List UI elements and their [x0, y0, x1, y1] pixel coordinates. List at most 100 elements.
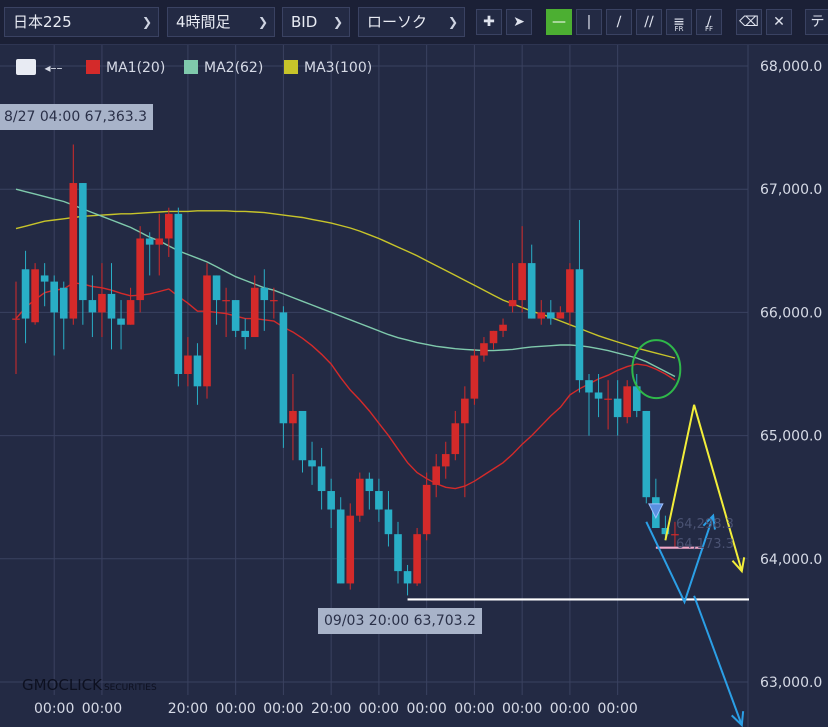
ff-label: FF	[704, 25, 714, 33]
low-price-callout: 09/03 20:00 63,703.2	[318, 608, 482, 634]
chevron-down-icon: ❯	[447, 15, 458, 29]
vertical-line-tool-button[interactable]: |	[576, 9, 602, 35]
pointer-tool-button[interactable]: ➤	[506, 9, 532, 35]
fibonacci-retracement-tool-button[interactable]: ≡ FR	[666, 9, 692, 35]
candle-body	[174, 213, 183, 374]
candle-body	[59, 287, 68, 319]
time-tick-label: 00:00	[359, 701, 399, 717]
candle-body	[98, 293, 106, 313]
candle	[174, 207, 183, 387]
time-tick-label: 00:00	[215, 701, 255, 717]
price-tick-label: 67,000.0	[760, 182, 822, 198]
candle	[203, 263, 211, 399]
candle-body	[107, 293, 116, 319]
candle-body	[203, 275, 211, 387]
candle-body	[489, 330, 498, 344]
price-side-label: BID	[291, 13, 318, 31]
candle-body	[155, 238, 164, 245]
candle-body	[126, 300, 135, 325]
candle-body	[470, 355, 479, 399]
candle-body	[384, 509, 393, 535]
horizontal-line-tool-button[interactable]: —	[546, 9, 572, 35]
candle-body	[21, 269, 30, 319]
candle	[136, 226, 144, 313]
candle-body	[566, 269, 574, 313]
price-tick-label: 65,000.0	[760, 429, 822, 445]
candle-body	[117, 318, 125, 325]
candle-body	[671, 534, 679, 536]
legend-ma3[interactable]: MA3(100)	[284, 58, 372, 78]
fibonacci-fan-tool-button[interactable]: ∕ FF	[696, 9, 722, 35]
timeframe-label: 4時間足	[176, 13, 231, 31]
chevron-down-icon: ❯	[332, 15, 343, 29]
candle	[356, 472, 364, 522]
candle-body	[31, 269, 39, 323]
candle-body	[69, 183, 78, 319]
parallel-lines-icon: ∕∕	[644, 14, 654, 30]
time-tick-label: 20:00	[311, 701, 351, 717]
candle-body	[375, 491, 383, 510]
crosshair-tool-button[interactable]: ✚	[476, 9, 502, 35]
candle-body	[441, 454, 450, 467]
candle-body	[40, 275, 49, 282]
price-tick-label: 66,000.0	[760, 305, 822, 321]
candle-body	[336, 509, 345, 584]
legend-ma1[interactable]: MA1(20)	[86, 58, 165, 78]
candle-body	[461, 398, 469, 424]
candle-body	[279, 312, 288, 424]
instrument-select[interactable]: 日本225 ❯	[4, 7, 159, 37]
candle-body	[298, 410, 307, 461]
chart-style-select[interactable]: ローソク ❯	[358, 7, 465, 37]
candle-body	[250, 287, 259, 338]
ma3-label: MA3(100)	[304, 60, 373, 76]
candle	[413, 528, 421, 586]
time-tick-label: 00:00	[82, 701, 122, 717]
candle-body	[50, 281, 58, 313]
candle-body	[88, 300, 97, 313]
candle-body	[518, 263, 526, 301]
candle-body	[136, 238, 144, 301]
ma1-label: MA1(20)	[106, 60, 166, 76]
eraser-tool-button[interactable]: ⌫	[736, 9, 762, 35]
more-menu-button[interactable]: テ	[805, 9, 828, 35]
candle-body	[480, 343, 488, 356]
time-tick-label: 20:00	[168, 701, 208, 717]
candle-body	[547, 312, 555, 319]
clear-all-tool-button[interactable]: ✕	[766, 9, 792, 35]
candle-body	[527, 263, 536, 319]
parallel-lines-tool-button[interactable]: ∕∕	[636, 9, 662, 35]
chart-menu-button[interactable]: ◂––	[16, 58, 62, 78]
candle	[31, 263, 39, 325]
trend-line-tool-button[interactable]: ∕	[606, 9, 632, 35]
candle-body	[594, 392, 603, 399]
instrument-label: 日本225	[13, 13, 72, 31]
timeframe-select[interactable]: 4時間足 ❯	[167, 7, 275, 37]
time-tick-label: 00:00	[454, 701, 494, 717]
candle-body	[193, 355, 202, 387]
ma1-swatch	[86, 60, 100, 74]
candle-body	[184, 355, 192, 374]
collapse-arrow-icon: ◂––	[44, 61, 63, 75]
candle-body	[79, 183, 87, 301]
candle-body	[556, 312, 565, 319]
candle-body	[270, 300, 278, 302]
candle-body	[327, 491, 335, 510]
candle-body	[585, 380, 593, 393]
price-side-select[interactable]: BID ❯	[282, 7, 350, 37]
price-tick-label: 63,000.0	[760, 675, 822, 691]
candle-body	[537, 312, 546, 319]
ma2-label: MA2(62)	[204, 60, 264, 76]
clear-drawings-icon: ✕	[773, 14, 785, 30]
price-tick-label: 64,000.0	[760, 552, 822, 568]
chart-style-label: ローソク	[367, 13, 428, 31]
candle-body	[451, 423, 460, 455]
high-price-callout: 8/27 04:00 67,363.3	[0, 104, 154, 130]
candle-body	[260, 287, 269, 301]
legend-ma2[interactable]: MA2(62)	[184, 58, 263, 78]
crosshair-icon: ✚	[483, 14, 495, 30]
time-tick-label: 00:00	[263, 701, 303, 717]
vertical-line-icon: |	[586, 14, 592, 30]
time-tick-label: 00:00	[34, 701, 74, 717]
price-axis-background	[749, 45, 828, 727]
brand-logo: GMOCLICK SECURITIES	[22, 676, 157, 694]
